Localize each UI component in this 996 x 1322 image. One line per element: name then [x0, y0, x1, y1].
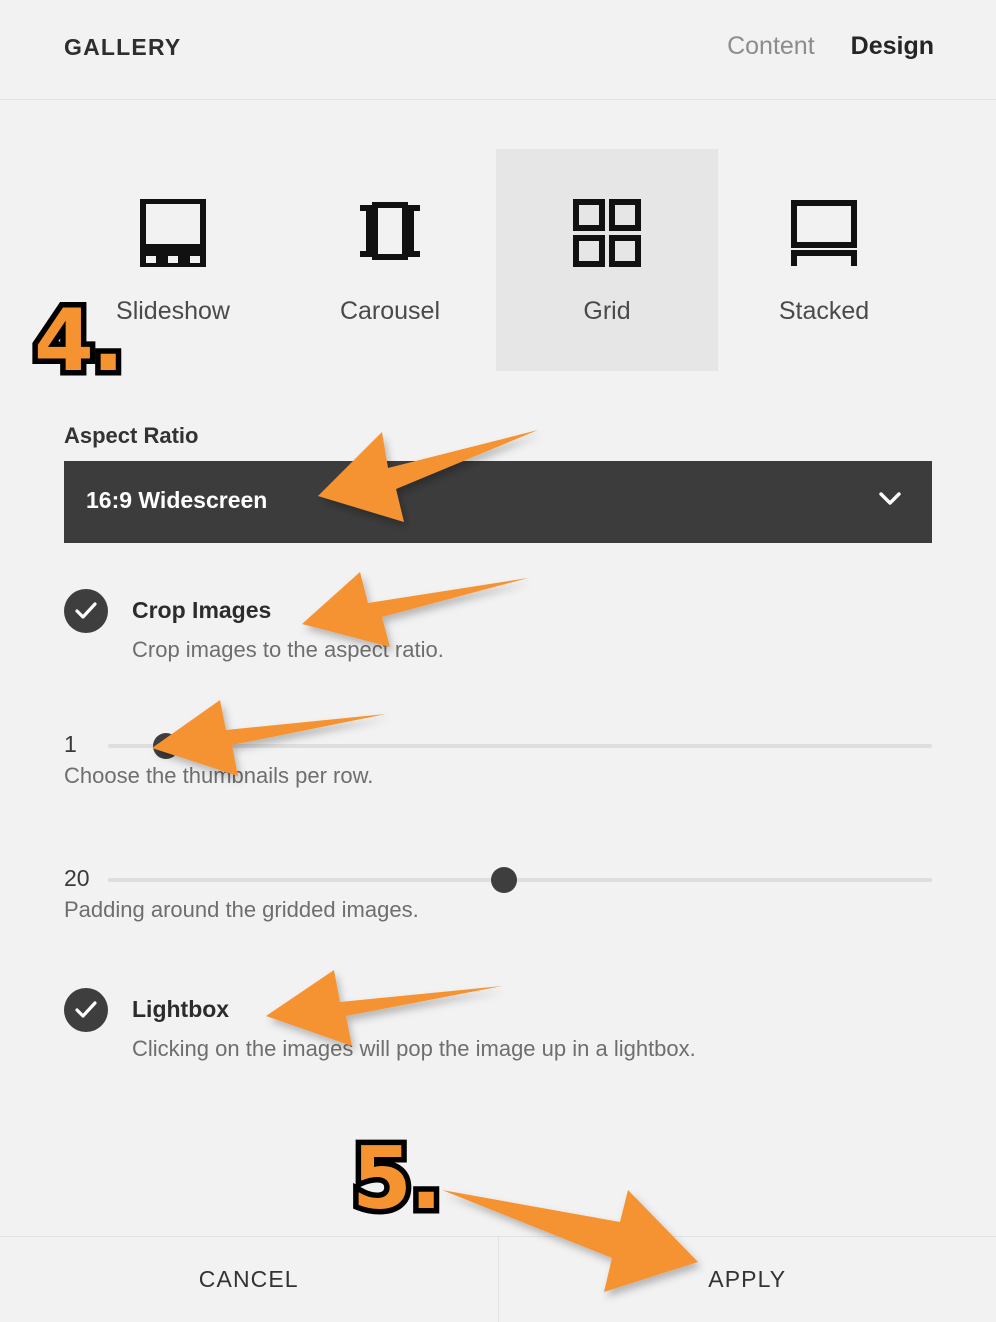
- padding-value: 20: [64, 865, 90, 891]
- layout-option-label: Stacked: [778, 296, 870, 325]
- grid-icon: [573, 195, 641, 271]
- check-icon: [75, 602, 97, 619]
- arrow-to-crop-images: [302, 572, 528, 647]
- cancel-button[interactable]: CANCEL: [0, 1237, 499, 1322]
- layout-option-label: Grid: [583, 296, 631, 325]
- carousel-icon: [348, 195, 432, 271]
- layout-option-label: Slideshow: [116, 296, 230, 325]
- page-title: GALLERY: [64, 34, 182, 60]
- thumbnails-per-row-value: 1: [64, 731, 77, 757]
- thumbnails-per-row-description: Choose the thumbnails per row.: [64, 763, 374, 788]
- apply-button[interactable]: APPLY: [499, 1237, 996, 1322]
- crop-images-label: Crop Images: [132, 597, 272, 623]
- lightbox-description: Clicking on the images will pop the imag…: [132, 1036, 696, 1061]
- check-icon: [75, 1001, 97, 1018]
- padding-description: Padding around the gridded images.: [64, 897, 419, 922]
- layout-option-grid[interactable]: Grid: [496, 149, 718, 371]
- tab-design[interactable]: Design: [851, 32, 934, 61]
- slideshow-icon: [131, 195, 215, 271]
- dialog-footer: CANCEL APPLY: [0, 1236, 996, 1322]
- chevron-down-icon: [878, 489, 902, 511]
- step-badge-5: 5.: [347, 1129, 448, 1229]
- aspect-ratio-label: Aspect Ratio: [64, 423, 199, 448]
- crop-images-checkbox[interactable]: [64, 589, 108, 633]
- layout-option-carousel[interactable]: Carousel: [279, 149, 501, 371]
- lightbox-checkbox[interactable]: [64, 988, 108, 1032]
- padding-slider[interactable]: [108, 867, 932, 893]
- crop-images-description: Crop images to the aspect ratio.: [132, 637, 444, 662]
- layout-option-label: Carousel: [339, 296, 441, 325]
- layout-option-slideshow[interactable]: Slideshow: [62, 149, 284, 371]
- header-tabs: Content Design: [727, 32, 934, 61]
- layout-option-stacked[interactable]: Stacked: [713, 149, 935, 371]
- aspect-ratio-value: 16:9 Widescreen: [86, 487, 268, 513]
- slider-thumb[interactable]: [490, 867, 517, 893]
- thumbnails-per-row-slider[interactable]: [108, 733, 932, 759]
- slider-thumb[interactable]: [152, 733, 179, 759]
- lightbox-label: Lightbox: [132, 996, 230, 1022]
- stacked-icon: [782, 195, 866, 271]
- arrow-to-lightbox: [266, 970, 502, 1046]
- aspect-ratio-select[interactable]: 16:9 Widescreen: [64, 461, 932, 543]
- dialog-header: GALLERY Content Design: [0, 0, 996, 100]
- tab-content[interactable]: Content: [727, 32, 815, 61]
- layout-type-selector: Slideshow Carousel Grid Stacked: [0, 101, 996, 391]
